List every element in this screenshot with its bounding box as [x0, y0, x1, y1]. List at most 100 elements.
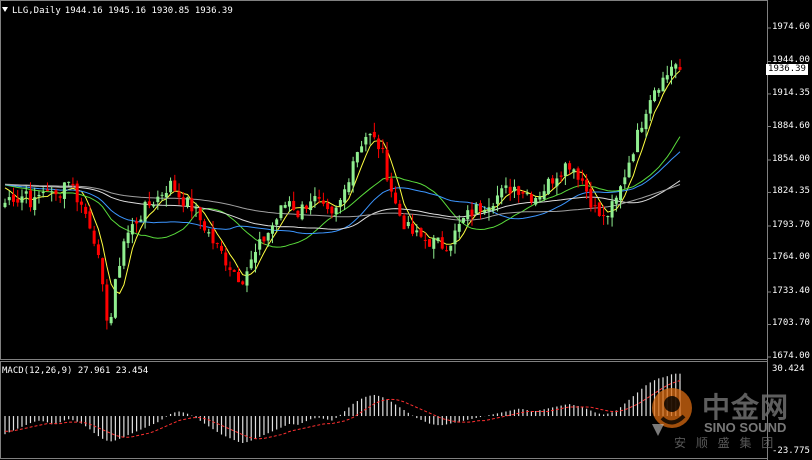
candle-body: [152, 204, 156, 207]
candle-body: [45, 189, 49, 191]
candle-body: [75, 183, 79, 203]
candle-body: [631, 154, 635, 162]
candle-body: [457, 223, 461, 232]
candle-body: [135, 221, 139, 224]
candle-body: [215, 243, 219, 245]
candle-body: [41, 192, 45, 194]
candle-body: [614, 197, 618, 204]
candle-body: [287, 201, 291, 207]
candle-body: [156, 196, 160, 203]
candle-body: [105, 284, 109, 321]
candle-body: [343, 189, 347, 203]
candle-body: [33, 197, 37, 211]
candle-body: [54, 190, 58, 195]
candle-body: [3, 202, 7, 208]
candle-body: [198, 207, 202, 221]
candle-body: [181, 197, 185, 207]
candle-body: [542, 191, 546, 200]
current-price-tag: 1936.39: [766, 63, 808, 75]
candle-body: [563, 163, 567, 177]
candle-body: [670, 66, 674, 76]
ma-line: [4, 183, 681, 221]
chart-title: LLG,Daily 1944.16 1945.16 1930.85 1936.39: [2, 6, 237, 16]
candle-body: [644, 113, 648, 130]
candle-body: [440, 237, 444, 249]
candle-body: [445, 250, 449, 252]
candle-body: [597, 202, 601, 216]
candle-body: [228, 267, 232, 271]
candle-body: [351, 161, 355, 186]
candle-body: [300, 204, 304, 220]
candle-body: [580, 178, 584, 181]
candle-body: [139, 219, 143, 222]
price-tick-label: 1703.70: [772, 318, 810, 329]
candle-body: [7, 197, 11, 201]
macd-tick-label: 30.424: [772, 364, 805, 374]
candle-body: [283, 204, 287, 208]
candle-body: [491, 206, 495, 211]
candle-body: [423, 239, 427, 241]
ma-line: [4, 151, 681, 235]
candle-body: [62, 182, 66, 199]
candle-body: [529, 194, 533, 203]
candle-body: [279, 205, 283, 219]
sinosound-logo-icon: [652, 388, 692, 436]
candle-body: [411, 223, 415, 234]
candle-body: [236, 271, 240, 283]
candle-body: [147, 201, 151, 206]
moving-average-lines: [4, 70, 681, 295]
candle-body: [470, 209, 474, 217]
candle-body: [619, 186, 623, 201]
candle-body: [194, 207, 198, 209]
candle-body: [517, 186, 521, 195]
candle-body: [160, 194, 164, 196]
candle-body: [610, 201, 614, 218]
candle-body: [428, 239, 432, 247]
candle-body: [364, 136, 368, 145]
price-tick-label: 1824.35: [772, 186, 810, 197]
candle-body: [266, 232, 270, 241]
candle-body: [661, 77, 665, 92]
candle-body: [101, 258, 105, 285]
candle-body: [487, 207, 491, 212]
candle-body: [453, 230, 457, 245]
candle-body: [402, 215, 406, 230]
candle-body: [338, 199, 342, 207]
candle-body: [576, 168, 580, 180]
candle-body: [20, 196, 24, 203]
candle-body: [313, 196, 317, 202]
candle-body: [665, 75, 669, 80]
ma-line: [4, 136, 681, 248]
candle-body: [674, 64, 678, 69]
candle-body: [118, 265, 122, 278]
candle-body: [253, 251, 257, 263]
candle-body: [84, 206, 88, 214]
candle-body: [381, 147, 385, 150]
candle-body: [207, 232, 211, 234]
price-tick-label: 1974.60: [772, 22, 810, 32]
candle-body: [415, 230, 419, 233]
candle-body: [79, 201, 83, 205]
candle-body: [636, 129, 640, 153]
candle-body: [50, 191, 54, 193]
price-tick-label: 1793.70: [772, 219, 810, 230]
collapse-triangle-icon[interactable]: [2, 7, 8, 12]
candle-body: [173, 180, 177, 191]
candle-body: [113, 279, 117, 318]
candle-body: [203, 221, 207, 231]
candle-body: [495, 195, 499, 204]
candle-body: [304, 205, 308, 209]
candle-body: [88, 211, 92, 229]
price-tick-label: 1914.35: [772, 87, 810, 98]
candle-body: [130, 224, 134, 235]
candle-body: [466, 210, 470, 220]
candle-body: [559, 175, 563, 177]
candle-body: [627, 162, 631, 178]
candle-body: [449, 245, 453, 251]
candle-body: [657, 89, 661, 93]
candle-body: [96, 244, 100, 256]
candle-body: [483, 210, 487, 213]
candle-body: [11, 194, 15, 202]
candle-body: [24, 191, 28, 194]
candle-body: [224, 252, 228, 266]
